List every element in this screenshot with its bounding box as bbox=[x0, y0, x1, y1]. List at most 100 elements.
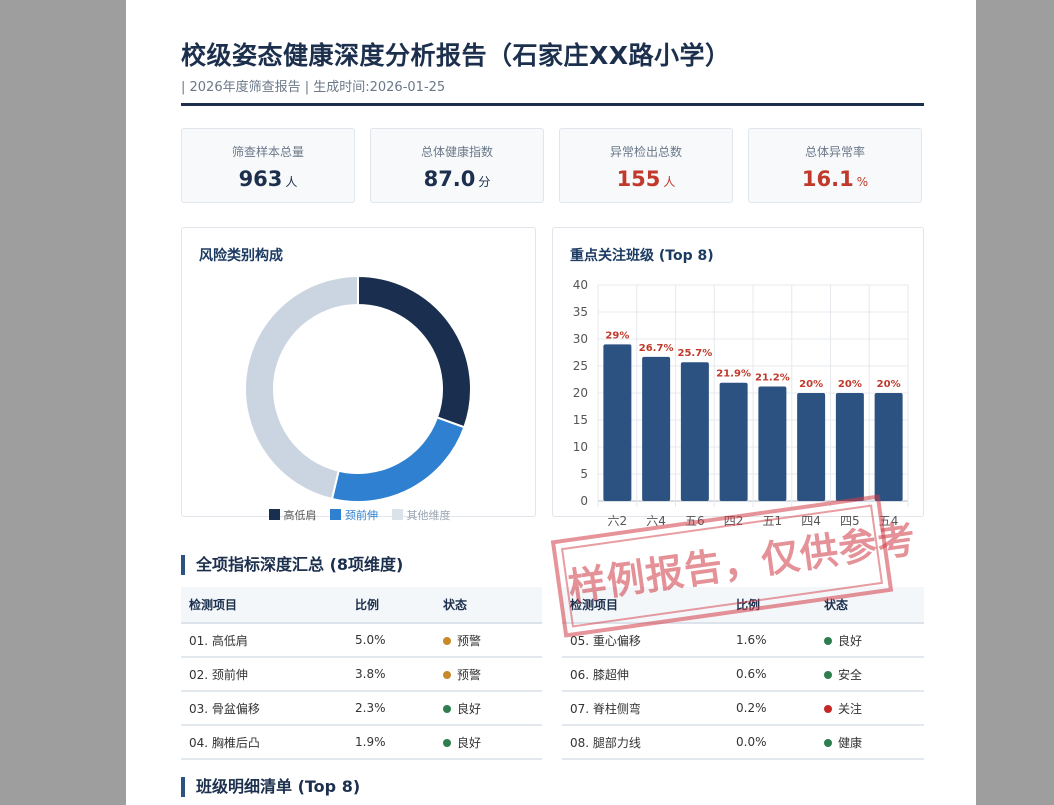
table-header-row: 检测项目 比例 状态 bbox=[562, 587, 924, 624]
legend-label: 其他维度 bbox=[406, 509, 451, 522]
kpi-card-sample-total: 筛查样本总量 963 人 bbox=[181, 128, 355, 203]
indicator-status: 关注 bbox=[816, 691, 924, 726]
y-tick-label: 0 bbox=[580, 494, 588, 508]
bar-data-label: 21.9% bbox=[716, 369, 751, 380]
x-tick-label: 五6 bbox=[685, 514, 705, 528]
indicator-name: 05. 重心偏移 bbox=[562, 623, 728, 658]
x-tick-label: 四5 bbox=[840, 514, 860, 528]
bar-五1 bbox=[758, 386, 787, 501]
status-label: 健康 bbox=[838, 735, 863, 750]
bar-data-label: 20% bbox=[799, 379, 823, 390]
title-divider bbox=[181, 103, 924, 106]
bar-四4 bbox=[797, 393, 826, 501]
status-label: 预警 bbox=[457, 667, 482, 682]
column-header: 状态 bbox=[435, 587, 542, 624]
table-row: 07. 脊柱侧弯 0.2% 关注 bbox=[562, 691, 924, 726]
column-header: 比例 bbox=[347, 587, 435, 624]
indicator-name: 03. 骨盆偏移 bbox=[181, 691, 347, 726]
indicator-ratio: 5.0% bbox=[347, 623, 435, 658]
donut-slice-2 bbox=[330, 416, 466, 503]
indicator-ratio: 2.3% bbox=[347, 691, 435, 726]
indicator-status: 良好 bbox=[435, 725, 542, 760]
indicator-ratio: 0.6% bbox=[728, 657, 816, 692]
bar-data-label: 26.7% bbox=[639, 343, 674, 354]
legend-swatch bbox=[391, 509, 403, 520]
x-tick-label: 六4 bbox=[646, 514, 666, 528]
column-header: 检测项目 bbox=[181, 587, 347, 624]
status-dot-icon bbox=[443, 636, 451, 645]
indicator-table-left: 检测项目 比例 状态 01. 高低肩 5.0% 预警 02. 颈前伸 3.8% 预警 03.… bbox=[181, 587, 542, 760]
kpi-label: 总体异常率 bbox=[804, 145, 865, 159]
kpi-card-health-index: 总体健康指数 87.0 分 bbox=[370, 128, 544, 203]
x-tick-label: 四4 bbox=[801, 514, 821, 528]
kpi-value: 16.1 bbox=[801, 167, 854, 191]
report-title: 校级姿态健康深度分析报告（石家庄XX路小学） bbox=[181, 41, 731, 70]
bar-五6 bbox=[680, 362, 709, 501]
focus-classes-panel: 重点关注班级 (Top 8) 0 5 10 15 20 25 30 35 40 29% 六2 26.7… bbox=[552, 227, 924, 528]
indicator-table-right: 检测项目 比例 状态 05. 重心偏移 1.6% 良好 06. 膝超伸 0.6% 安全 07… bbox=[562, 587, 924, 760]
donut-slice-3 bbox=[244, 274, 359, 501]
y-tick-label: 25 bbox=[573, 359, 588, 373]
indicator-status: 预警 bbox=[435, 623, 542, 658]
indicator-status: 健康 bbox=[816, 725, 924, 760]
bar-data-label: 20% bbox=[877, 379, 901, 390]
legend-item: 其他维度 bbox=[391, 507, 451, 523]
donut-legend: 高低肩 颈前伸 其他维度 bbox=[182, 507, 537, 523]
status-label: 安全 bbox=[838, 667, 863, 682]
table-row: 05. 重心偏移 1.6% 良好 bbox=[562, 623, 924, 658]
indicator-status: 安全 bbox=[816, 657, 924, 692]
kpi-value: 963 bbox=[238, 167, 283, 191]
legend-item: 颈前伸 bbox=[330, 507, 378, 523]
indicator-ratio: 1.9% bbox=[347, 725, 435, 760]
legend-item: 高低肩 bbox=[268, 507, 317, 523]
indicator-ratio: 0.0% bbox=[728, 725, 816, 760]
kpi-label: 筛查样本总量 bbox=[231, 145, 304, 159]
y-tick-label: 20 bbox=[573, 386, 588, 400]
status-dot-icon bbox=[443, 670, 451, 679]
indicator-name: 07. 脊柱侧弯 bbox=[562, 691, 728, 726]
table-row: 08. 腿部力线 0.0% 健康 bbox=[562, 725, 924, 760]
risk-composition-panel: 风险类别构成 高低肩 颈前伸 其他维度 bbox=[181, 227, 536, 522]
bar-data-label: 29% bbox=[605, 330, 629, 341]
x-tick-label: 四2 bbox=[724, 514, 744, 528]
legend-swatch bbox=[268, 509, 280, 520]
status-dot-icon bbox=[824, 670, 832, 679]
indicator-ratio: 1.6% bbox=[728, 623, 816, 658]
column-header: 状态 bbox=[816, 587, 924, 624]
legend-label: 高低肩 bbox=[283, 509, 317, 522]
bar-六2 bbox=[603, 344, 632, 501]
indicator-name: 04. 胸椎后凸 bbox=[181, 725, 347, 760]
table-header-row: 检测项目 比例 状态 bbox=[181, 587, 542, 624]
status-label: 预警 bbox=[457, 633, 482, 648]
table-row: 01. 高低肩 5.0% 预警 bbox=[181, 623, 542, 658]
kpi-label: 总体健康指数 bbox=[420, 145, 493, 159]
y-tick-label: 40 bbox=[573, 278, 588, 292]
x-tick-label: 五1 bbox=[763, 514, 783, 528]
bar-四2 bbox=[719, 382, 748, 501]
indicator-ratio: 0.2% bbox=[728, 691, 816, 726]
bar-data-label: 21.2% bbox=[755, 373, 790, 384]
status-label: 良好 bbox=[838, 633, 863, 648]
bar-四5 bbox=[835, 393, 864, 501]
y-tick-label: 5 bbox=[580, 467, 588, 481]
y-tick-label: 35 bbox=[573, 305, 588, 319]
status-dot-icon bbox=[824, 738, 832, 747]
classes-section-title: 班级明细清单 (Top 8) bbox=[181, 777, 360, 797]
table-row: 04. 胸椎后凸 1.9% 良好 bbox=[181, 725, 542, 760]
status-label: 良好 bbox=[457, 701, 482, 716]
kpi-unit: 分 bbox=[478, 175, 491, 189]
table-row: 02. 颈前伸 3.8% 预警 bbox=[181, 657, 542, 692]
report-subtitle: | 2026年度筛查报告 | 生成时间:2026-01-25 bbox=[181, 80, 446, 95]
column-header: 检测项目 bbox=[562, 587, 728, 624]
status-label: 良好 bbox=[457, 735, 482, 750]
kpi-label: 异常检出总数 bbox=[609, 145, 682, 159]
kpi-value: 155 bbox=[616, 167, 661, 191]
indicator-status: 良好 bbox=[816, 623, 924, 658]
bar-data-label: 20% bbox=[838, 379, 862, 390]
kpi-card-abnormal-count: 异常检出总数 155 人 bbox=[559, 128, 733, 203]
y-tick-label: 30 bbox=[573, 332, 588, 346]
report-page: 校级姿态健康深度分析报告（石家庄XX路小学） | 2026年度筛查报告 | 生成… bbox=[126, 0, 976, 805]
bar-data-label: 25.7% bbox=[678, 348, 713, 359]
table-row: 03. 骨盆偏移 2.3% 良好 bbox=[181, 691, 542, 726]
x-tick-label: 六2 bbox=[608, 514, 628, 528]
